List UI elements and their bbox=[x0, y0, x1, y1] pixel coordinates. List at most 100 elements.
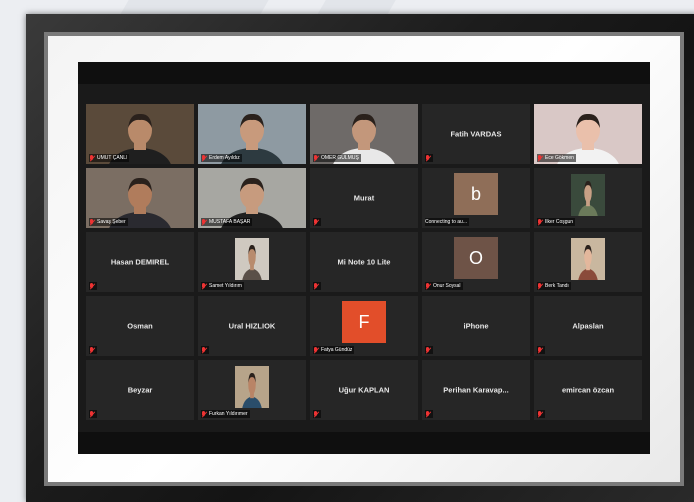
profile-photo bbox=[235, 366, 269, 408]
participant-label: Connecting to au... bbox=[425, 218, 469, 226]
participant-name: Osman bbox=[127, 321, 153, 331]
participant-name: ÖMER GÜLMÜŞ bbox=[321, 155, 359, 161]
participant-label: MUSTAFA BAŞAR bbox=[201, 218, 253, 226]
participant-tile[interactable]: Erdem Ayıldız bbox=[198, 104, 306, 164]
participant-tile[interactable]: Osman bbox=[86, 296, 194, 356]
participant-name: iPhone bbox=[463, 321, 489, 331]
profile-photo bbox=[571, 174, 605, 216]
participant-name: MUSTAFA BAŞAR bbox=[209, 219, 251, 225]
participant-video-frame bbox=[571, 238, 605, 280]
participant-tile[interactable]: Berk Tandı bbox=[534, 232, 642, 292]
participant-status bbox=[425, 410, 433, 418]
muted-mic-icon bbox=[313, 346, 319, 354]
participant-label: Erdem Ayıldız bbox=[201, 154, 242, 162]
participant-name: Beyzar bbox=[127, 385, 153, 395]
participant-tile[interactable]: MUSTAFA BAŞAR bbox=[198, 168, 306, 228]
participant-tile[interactable]: Beyzar bbox=[86, 360, 194, 420]
participant-tile[interactable]: Perihan Karavap... bbox=[422, 360, 530, 420]
participant-status bbox=[89, 282, 97, 290]
participant-name: Onur Soysal bbox=[433, 283, 461, 289]
muted-mic-icon bbox=[313, 282, 319, 290]
participant-label: Furkan Yıldırımer bbox=[201, 410, 250, 418]
muted-mic-icon bbox=[313, 154, 319, 162]
muted-mic-icon bbox=[537, 282, 543, 290]
meeting-top-bar bbox=[78, 62, 650, 84]
participant-tile[interactable]: Furkan Yıldırımer bbox=[198, 360, 306, 420]
participant-tile[interactable]: Ural HIZLIOK bbox=[198, 296, 306, 356]
muted-mic-icon bbox=[537, 218, 543, 226]
participant-status bbox=[425, 346, 433, 354]
participant-label: Fatya Gündüz bbox=[313, 346, 355, 354]
participant-name: emircan özcan bbox=[561, 385, 615, 395]
participant-label: İlker Coşgun bbox=[537, 218, 576, 226]
participant-tile[interactable]: UMUT ÇANLI bbox=[86, 104, 194, 164]
avatar-letter: O bbox=[454, 237, 498, 279]
muted-mic-icon bbox=[201, 154, 207, 162]
participant-tile[interactable]: Uğur KAPLAN bbox=[310, 360, 418, 420]
participant-name: Hasan DEMIREL bbox=[110, 257, 170, 267]
participant-name: Fatih VARDAS bbox=[450, 129, 502, 139]
profile-photo bbox=[235, 238, 269, 280]
participant-status bbox=[313, 218, 321, 226]
participant-tile[interactable]: Mi Note 10 Lite bbox=[310, 232, 418, 292]
muted-mic-icon bbox=[89, 218, 95, 226]
participant-tile[interactable]: Fatih VARDAS bbox=[422, 104, 530, 164]
participant-name: Mi Note 10 Lite bbox=[337, 257, 391, 267]
muted-mic-icon bbox=[201, 218, 207, 226]
muted-mic-icon bbox=[425, 346, 431, 354]
participant-name: Fatya Gündüz bbox=[321, 347, 353, 353]
participant-name: Samet Yıldırım bbox=[209, 283, 242, 289]
participant-tile[interactable]: Samet Yıldırım bbox=[198, 232, 306, 292]
avatar-letter: F bbox=[342, 301, 386, 343]
meeting-screen: UMUT ÇANLI Erdem Ayıldız ÖMER GÜLMÜŞ Fatih … bbox=[78, 62, 650, 454]
participant-tile[interactable]: b Connecting to au... bbox=[422, 168, 530, 228]
participant-tile[interactable]: Alpaslan bbox=[534, 296, 642, 356]
muted-mic-icon bbox=[89, 410, 95, 418]
participant-status bbox=[425, 154, 433, 162]
participant-name: Connecting to au... bbox=[425, 219, 467, 225]
participant-name: Ural HIZLIOK bbox=[228, 321, 276, 331]
participant-name: Savaş Şeber bbox=[97, 219, 126, 225]
participant-tile[interactable]: emircan özcan bbox=[534, 360, 642, 420]
participant-status bbox=[537, 346, 545, 354]
muted-mic-icon bbox=[425, 410, 431, 418]
meeting-toolbar bbox=[78, 432, 650, 454]
participant-video-frame bbox=[571, 174, 605, 216]
avatar-letter: b bbox=[454, 173, 498, 215]
participant-tile[interactable]: F Fatya Gündüz bbox=[310, 296, 418, 356]
participant-tile[interactable]: ÖMER GÜLMÜŞ bbox=[310, 104, 418, 164]
muted-mic-icon bbox=[201, 282, 207, 290]
participant-name: Perihan Karavap... bbox=[443, 385, 509, 395]
participant-tile[interactable]: Savaş Şeber bbox=[86, 168, 194, 228]
participant-video-frame bbox=[235, 366, 269, 408]
participant-status bbox=[89, 346, 97, 354]
participant-name: Berk Tandı bbox=[545, 283, 569, 289]
participant-label: Samet Yıldırım bbox=[201, 282, 244, 290]
participant-name: UMUT ÇANLI bbox=[97, 155, 128, 161]
participant-name: Alpaslan bbox=[572, 321, 604, 331]
muted-mic-icon bbox=[89, 346, 95, 354]
participant-name: Ece Gökmen bbox=[545, 155, 574, 161]
participant-tile[interactable]: Murat bbox=[310, 168, 418, 228]
participant-video-frame bbox=[235, 238, 269, 280]
muted-mic-icon bbox=[313, 410, 319, 418]
muted-mic-icon bbox=[313, 218, 319, 226]
profile-photo bbox=[571, 238, 605, 280]
muted-mic-icon bbox=[537, 346, 543, 354]
participant-status bbox=[537, 410, 545, 418]
participant-label: Ece Gökmen bbox=[537, 154, 576, 162]
participant-label: Onur Soysal bbox=[425, 282, 463, 290]
muted-mic-icon bbox=[89, 154, 95, 162]
participant-tile[interactable]: O Onur Soysal bbox=[422, 232, 530, 292]
participant-tile[interactable]: İlker Coşgun bbox=[534, 168, 642, 228]
participant-tile[interactable]: Ece Gökmen bbox=[534, 104, 642, 164]
muted-mic-icon bbox=[537, 154, 543, 162]
participant-label: Savaş Şeber bbox=[89, 218, 128, 226]
muted-mic-icon bbox=[201, 346, 207, 354]
participant-tile[interactable]: iPhone bbox=[422, 296, 530, 356]
participant-label: ÖMER GÜLMÜŞ bbox=[313, 154, 361, 162]
muted-mic-icon bbox=[201, 410, 207, 418]
participant-tile[interactable]: Hasan DEMIREL bbox=[86, 232, 194, 292]
participant-gallery: UMUT ÇANLI Erdem Ayıldız ÖMER GÜLMÜŞ Fatih … bbox=[86, 104, 646, 422]
participant-status bbox=[313, 410, 321, 418]
